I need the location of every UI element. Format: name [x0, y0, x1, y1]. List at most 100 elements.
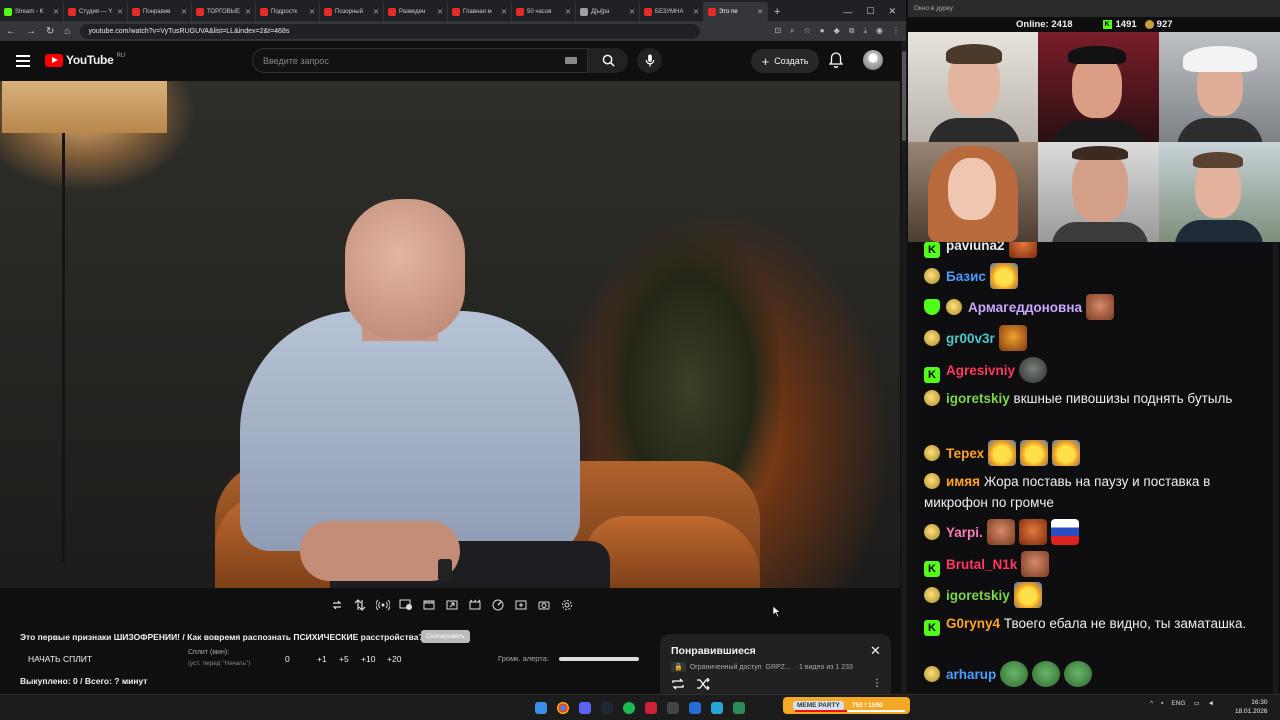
close-tab-icon[interactable]: ✕: [693, 8, 699, 16]
chat-username[interactable]: G0ryny4: [946, 616, 1000, 631]
speed-icon[interactable]: [489, 596, 507, 614]
close-tab-icon[interactable]: ✕: [629, 8, 635, 16]
reload-icon[interactable]: ↻: [46, 26, 54, 37]
minimize-icon[interactable]: —: [843, 7, 852, 17]
network-icon[interactable]: ▭: [1193, 699, 1199, 707]
settings-gear-icon[interactable]: [558, 596, 576, 614]
close-playlist-icon[interactable]: ✕: [870, 643, 881, 659]
browser-tab[interactable]: Позорный ✕: [320, 2, 384, 21]
youtube-logo[interactable]: YouTube RU: [45, 53, 125, 67]
resize-icon[interactable]: [443, 596, 461, 614]
taskbar-clock[interactable]: 16:30 18.01.2026: [1235, 698, 1268, 716]
close-tab-icon[interactable]: ✕: [437, 8, 443, 16]
playlist-repeat-icon[interactable]: [671, 677, 685, 695]
split-add-10-button[interactable]: +10: [361, 654, 375, 664]
chat-username[interactable]: igoretskiy: [946, 588, 1010, 603]
download-icon[interactable]: ⤓: [863, 26, 867, 36]
meme-party-widget[interactable]: MEME PARTY 750 / 1590: [783, 697, 910, 714]
app-icon[interactable]: [667, 702, 679, 714]
back-icon[interactable]: ←: [6, 26, 16, 37]
scrollbar-thumb[interactable]: [902, 51, 906, 141]
hamburger-menu-icon[interactable]: [16, 55, 30, 70]
extension-icon[interactable]: ●: [820, 26, 825, 36]
copy-title-button[interactable]: Скопировать: [421, 630, 470, 643]
browser-tab[interactable]: Главная м ✕: [448, 2, 512, 21]
maximize-icon[interactable]: ☐: [866, 6, 874, 17]
app-icon[interactable]: [645, 702, 657, 714]
view-icon[interactable]: [397, 596, 415, 614]
split-add-20-button[interactable]: +20: [387, 654, 401, 664]
chat-username[interactable]: gr00v3r: [946, 331, 995, 346]
menu-icon[interactable]: ⋮: [892, 26, 900, 36]
windows-start-icon[interactable]: [535, 702, 547, 714]
close-tab-icon[interactable]: ✕: [53, 8, 59, 16]
clip-icon[interactable]: [466, 596, 484, 614]
chat-username[interactable]: Терех: [946, 446, 984, 461]
browser-tab[interactable]: Подростк ✕: [256, 2, 320, 21]
zoom-icon[interactable]: ⌕: [790, 26, 794, 36]
spotify-icon[interactable]: [623, 702, 635, 714]
close-tab-icon[interactable]: ✕: [757, 8, 763, 16]
chat-username[interactable]: Yarpi.: [946, 525, 983, 540]
page-scrollbar[interactable]: [901, 41, 907, 693]
chat-username[interactable]: Agresivniy: [946, 363, 1015, 378]
screenshot-camera-icon[interactable]: [535, 596, 553, 614]
tray-chevron-icon[interactable]: ^: [1150, 700, 1153, 707]
search-input[interactable]: Введите запрос: [252, 48, 588, 73]
close-tab-icon[interactable]: ✕: [309, 8, 315, 16]
new-tab-button[interactable]: +: [768, 2, 786, 21]
chat-username[interactable]: Базис: [946, 269, 986, 284]
split-add-5-button[interactable]: +5: [339, 654, 349, 664]
profile-icon[interactable]: ◉: [876, 26, 883, 36]
playlist-title[interactable]: Понравившиеся: [671, 645, 756, 657]
start-split-button[interactable]: НАЧАТЬ СПЛИТ: [28, 654, 92, 664]
browser-tab[interactable]: Stream - K ✕: [0, 2, 64, 21]
media-player-icon[interactable]: [689, 702, 701, 714]
chat-username[interactable]: имяя: [946, 474, 980, 489]
browser-tab[interactable]: БЕЗУМНА ✕: [640, 2, 704, 21]
app-icon[interactable]: ▪: [1161, 700, 1163, 707]
browser-tab[interactable]: Разведен ✕: [384, 2, 448, 21]
steam-icon[interactable]: [601, 702, 613, 714]
keyboard-icon[interactable]: [565, 57, 577, 64]
browser-tab[interactable]: Д[ы]ра ✕: [576, 2, 640, 21]
alert-volume-slider[interactable]: [559, 657, 639, 661]
browser-tab-active[interactable]: Это пе ✕: [704, 2, 768, 21]
add-video-icon[interactable]: [512, 596, 530, 614]
telegram-icon[interactable]: [711, 702, 723, 714]
browser-tab[interactable]: Студия — Y ✕: [64, 2, 128, 21]
split-value-0[interactable]: 0: [285, 654, 290, 664]
install-icon[interactable]: ⊡: [774, 26, 781, 36]
input-language[interactable]: ENG: [1171, 700, 1185, 707]
volume-icon[interactable]: ◄: [1208, 700, 1214, 707]
browser-tab[interactable]: ТОРГОВЫЕ ✕: [192, 2, 256, 21]
puzzle-icon[interactable]: ⧉: [849, 26, 855, 36]
voice-search-button[interactable]: [637, 48, 662, 73]
account-avatar[interactable]: [863, 50, 883, 70]
discord-icon[interactable]: [579, 702, 591, 714]
chat-username[interactable]: Армагеддоновна: [968, 300, 1082, 315]
extension-icon[interactable]: ◆: [834, 26, 840, 36]
playlist-more-icon[interactable]: ⋮: [872, 678, 882, 689]
playlist-shuffle-icon[interactable]: [696, 677, 710, 695]
close-window-icon[interactable]: ✕: [888, 6, 896, 17]
forward-icon[interactable]: →: [26, 26, 36, 37]
close-tab-icon[interactable]: ✕: [117, 8, 123, 16]
chat-username[interactable]: igoretskiy: [946, 391, 1010, 406]
create-button[interactable]: + Создать: [751, 49, 819, 73]
film-icon[interactable]: [420, 596, 438, 614]
browser-tab[interactable]: 50 часов ✕: [512, 2, 576, 21]
chrome-icon[interactable]: [557, 702, 569, 714]
repeat-icon[interactable]: [328, 596, 346, 614]
chat-username[interactable]: paviuna2: [946, 242, 1005, 253]
chat-username[interactable]: arharup: [946, 667, 996, 682]
sort-icon[interactable]: [351, 596, 369, 614]
app-icon[interactable]: [733, 702, 745, 714]
close-tab-icon[interactable]: ✕: [373, 8, 379, 16]
browser-tab[interactable]: Понравив ✕: [128, 2, 192, 21]
broadcast-icon[interactable]: [374, 596, 392, 614]
close-tab-icon[interactable]: ✕: [245, 8, 251, 16]
search-button[interactable]: [588, 48, 628, 73]
close-tab-icon[interactable]: ✕: [565, 8, 571, 16]
close-tab-icon[interactable]: ✕: [501, 8, 507, 16]
